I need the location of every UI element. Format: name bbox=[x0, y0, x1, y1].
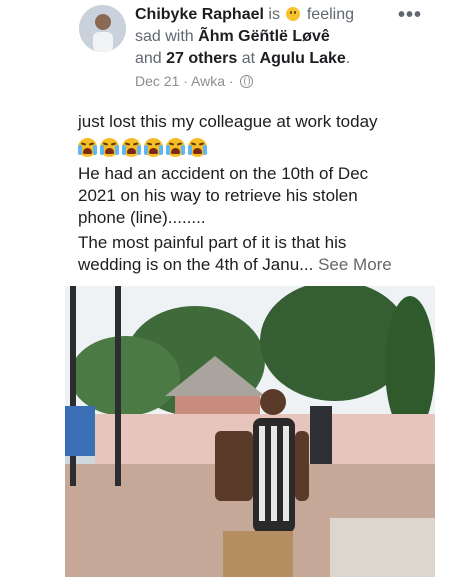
globe-icon bbox=[240, 75, 254, 88]
header-line-3: and 27 others at Agulu Lake. bbox=[135, 49, 350, 69]
and-text: and bbox=[135, 50, 162, 67]
header-line-2: sad with Ãhm Gëñtlë Løvê bbox=[135, 27, 330, 47]
post-text-line-5: phone (line)........ bbox=[78, 208, 206, 227]
crying-face-icon bbox=[144, 138, 163, 157]
meta-separator-2: · bbox=[228, 73, 234, 89]
status-sad-with: sad with bbox=[135, 28, 194, 45]
crying-face-icon bbox=[78, 138, 97, 157]
period: . bbox=[345, 50, 351, 67]
post-text-line-7: wedding is on the 4th of Janu... See Mor… bbox=[78, 254, 392, 276]
post-text-line-6: The most painful part of it is that his bbox=[78, 233, 347, 252]
author-name[interactable]: Chibyke Raphael bbox=[135, 6, 264, 23]
author-avatar[interactable] bbox=[79, 5, 126, 52]
post-meta: Dec 21 · Awka · bbox=[135, 73, 254, 89]
see-more-link[interactable]: See More bbox=[318, 255, 392, 274]
post-text-line-3: He had an accident on the 10th of Dec bbox=[78, 164, 369, 183]
meta-separator: · bbox=[183, 73, 188, 89]
crying-face-icon bbox=[188, 138, 207, 157]
place-link[interactable]: Agulu Lake bbox=[260, 50, 346, 67]
tagged-person[interactable]: Ãhm Gëñtlë Løvê bbox=[198, 28, 330, 45]
status-feeling: feeling bbox=[306, 6, 355, 23]
crying-face-icon bbox=[166, 138, 185, 157]
sad-face-icon bbox=[286, 7, 301, 21]
avatar-image bbox=[79, 5, 126, 52]
crying-emoji-row bbox=[78, 138, 210, 158]
header-line-1: Chibyke Raphael is feeling bbox=[135, 5, 354, 25]
at-text: at bbox=[241, 50, 256, 67]
post-text-line-4: 2021 on his way to retrieve his stolen bbox=[78, 186, 358, 205]
others-link[interactable]: 27 others bbox=[166, 50, 237, 67]
post-text-truncated: wedding is on the 4th of Janu... bbox=[78, 255, 314, 274]
photo-image bbox=[65, 286, 435, 577]
status-is: is bbox=[268, 6, 280, 23]
post-text-line-1: just lost this my colleague at work toda… bbox=[78, 112, 378, 131]
crying-face-icon bbox=[100, 138, 119, 157]
post-location: Awka bbox=[191, 73, 226, 89]
post-photo[interactable] bbox=[65, 286, 435, 577]
crying-face-icon bbox=[122, 138, 141, 157]
post-date[interactable]: Dec 21 bbox=[135, 73, 179, 89]
more-options-icon[interactable]: ••• bbox=[398, 4, 422, 27]
post-header: Chibyke Raphael is feeling sad with Ãhm … bbox=[0, 0, 460, 100]
